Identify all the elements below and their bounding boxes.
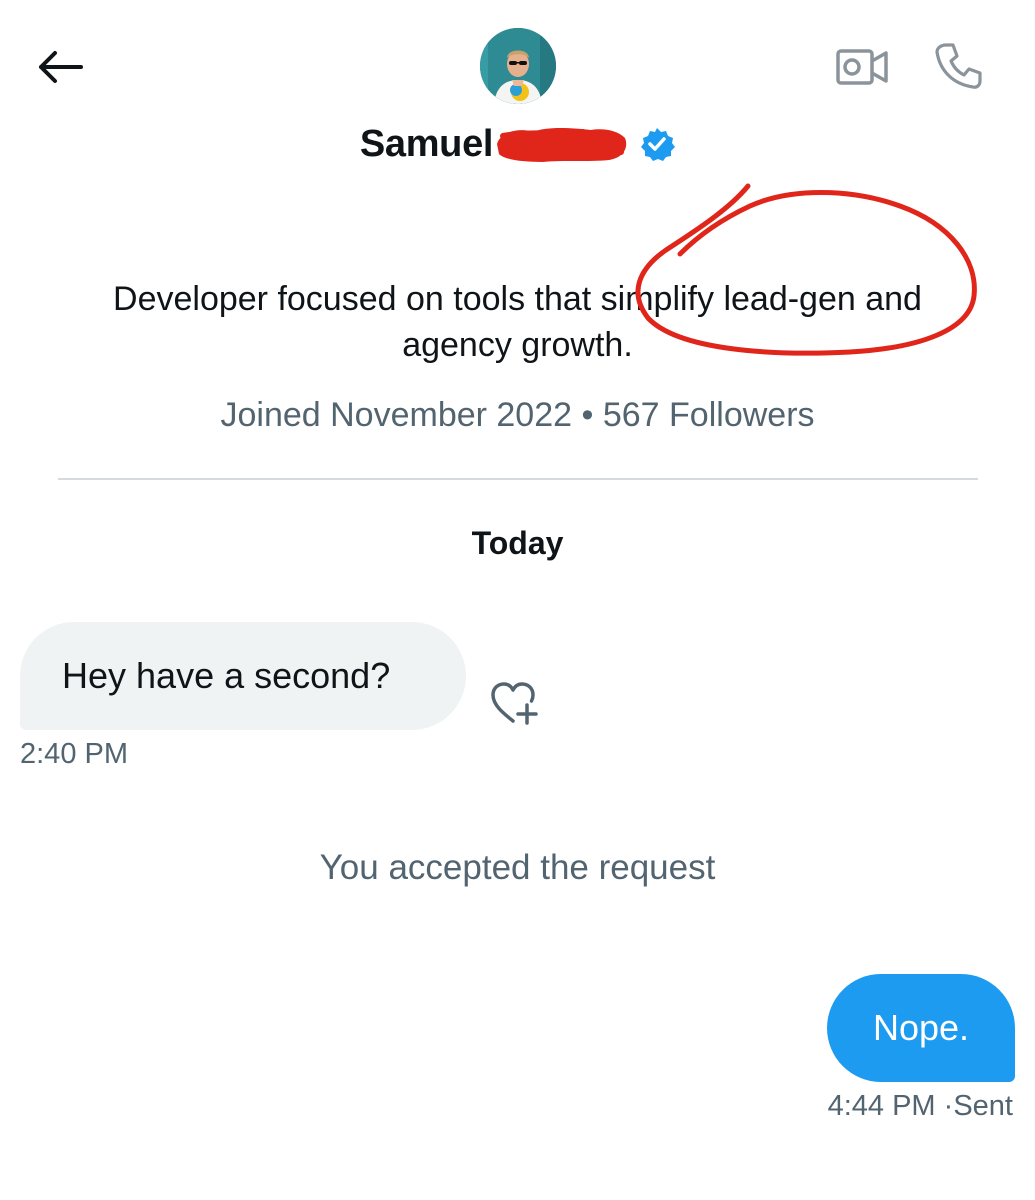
incoming-message-bubble[interactable]: Hey have a second?: [20, 622, 466, 730]
profile-name: Samuel: [359, 122, 494, 165]
profile-bio: Developer focused on tools that simplify…: [113, 280, 922, 364]
back-button[interactable]: [30, 40, 90, 94]
phone-icon: [935, 43, 982, 89]
status-separator: ·: [943, 1090, 954, 1122]
avatar[interactable]: [480, 28, 556, 104]
day-separator: Today: [471, 525, 564, 561]
meta-separator: •: [581, 396, 594, 434]
avatar-image: [480, 28, 556, 104]
delivery-status: Sent: [953, 1090, 1013, 1122]
message-text: Nope.: [872, 1007, 970, 1048]
followers-count[interactable]: 567 Followers: [603, 396, 815, 434]
voice-call-button[interactable]: [928, 38, 988, 94]
joined-date: Joined November 2022: [220, 396, 573, 434]
heart-plus-icon: [491, 682, 538, 725]
arrow-left-icon: [39, 51, 83, 83]
system-message: You accepted the request: [319, 848, 716, 887]
profile-meta: Joined November 2022 • 567 Followers: [0, 396, 1035, 435]
divider: [58, 478, 978, 480]
video-camera-icon: [836, 49, 888, 85]
verified-badge-icon: [641, 128, 676, 161]
outgoing-message-bubble[interactable]: Nope.: [827, 974, 1015, 1082]
message-timestamp: 2:40 PM: [20, 738, 128, 770]
video-call-button[interactable]: [832, 40, 892, 94]
profile-name-row: Samuel: [0, 118, 1035, 170]
redaction-scribble: [497, 128, 627, 162]
add-reaction-button[interactable]: [484, 676, 544, 730]
message-status: 4:44 PM ·Sent: [828, 1090, 1013, 1123]
message-text: Hey have a second?: [62, 655, 391, 696]
message-timestamp: 4:44 PM: [827, 1090, 936, 1122]
